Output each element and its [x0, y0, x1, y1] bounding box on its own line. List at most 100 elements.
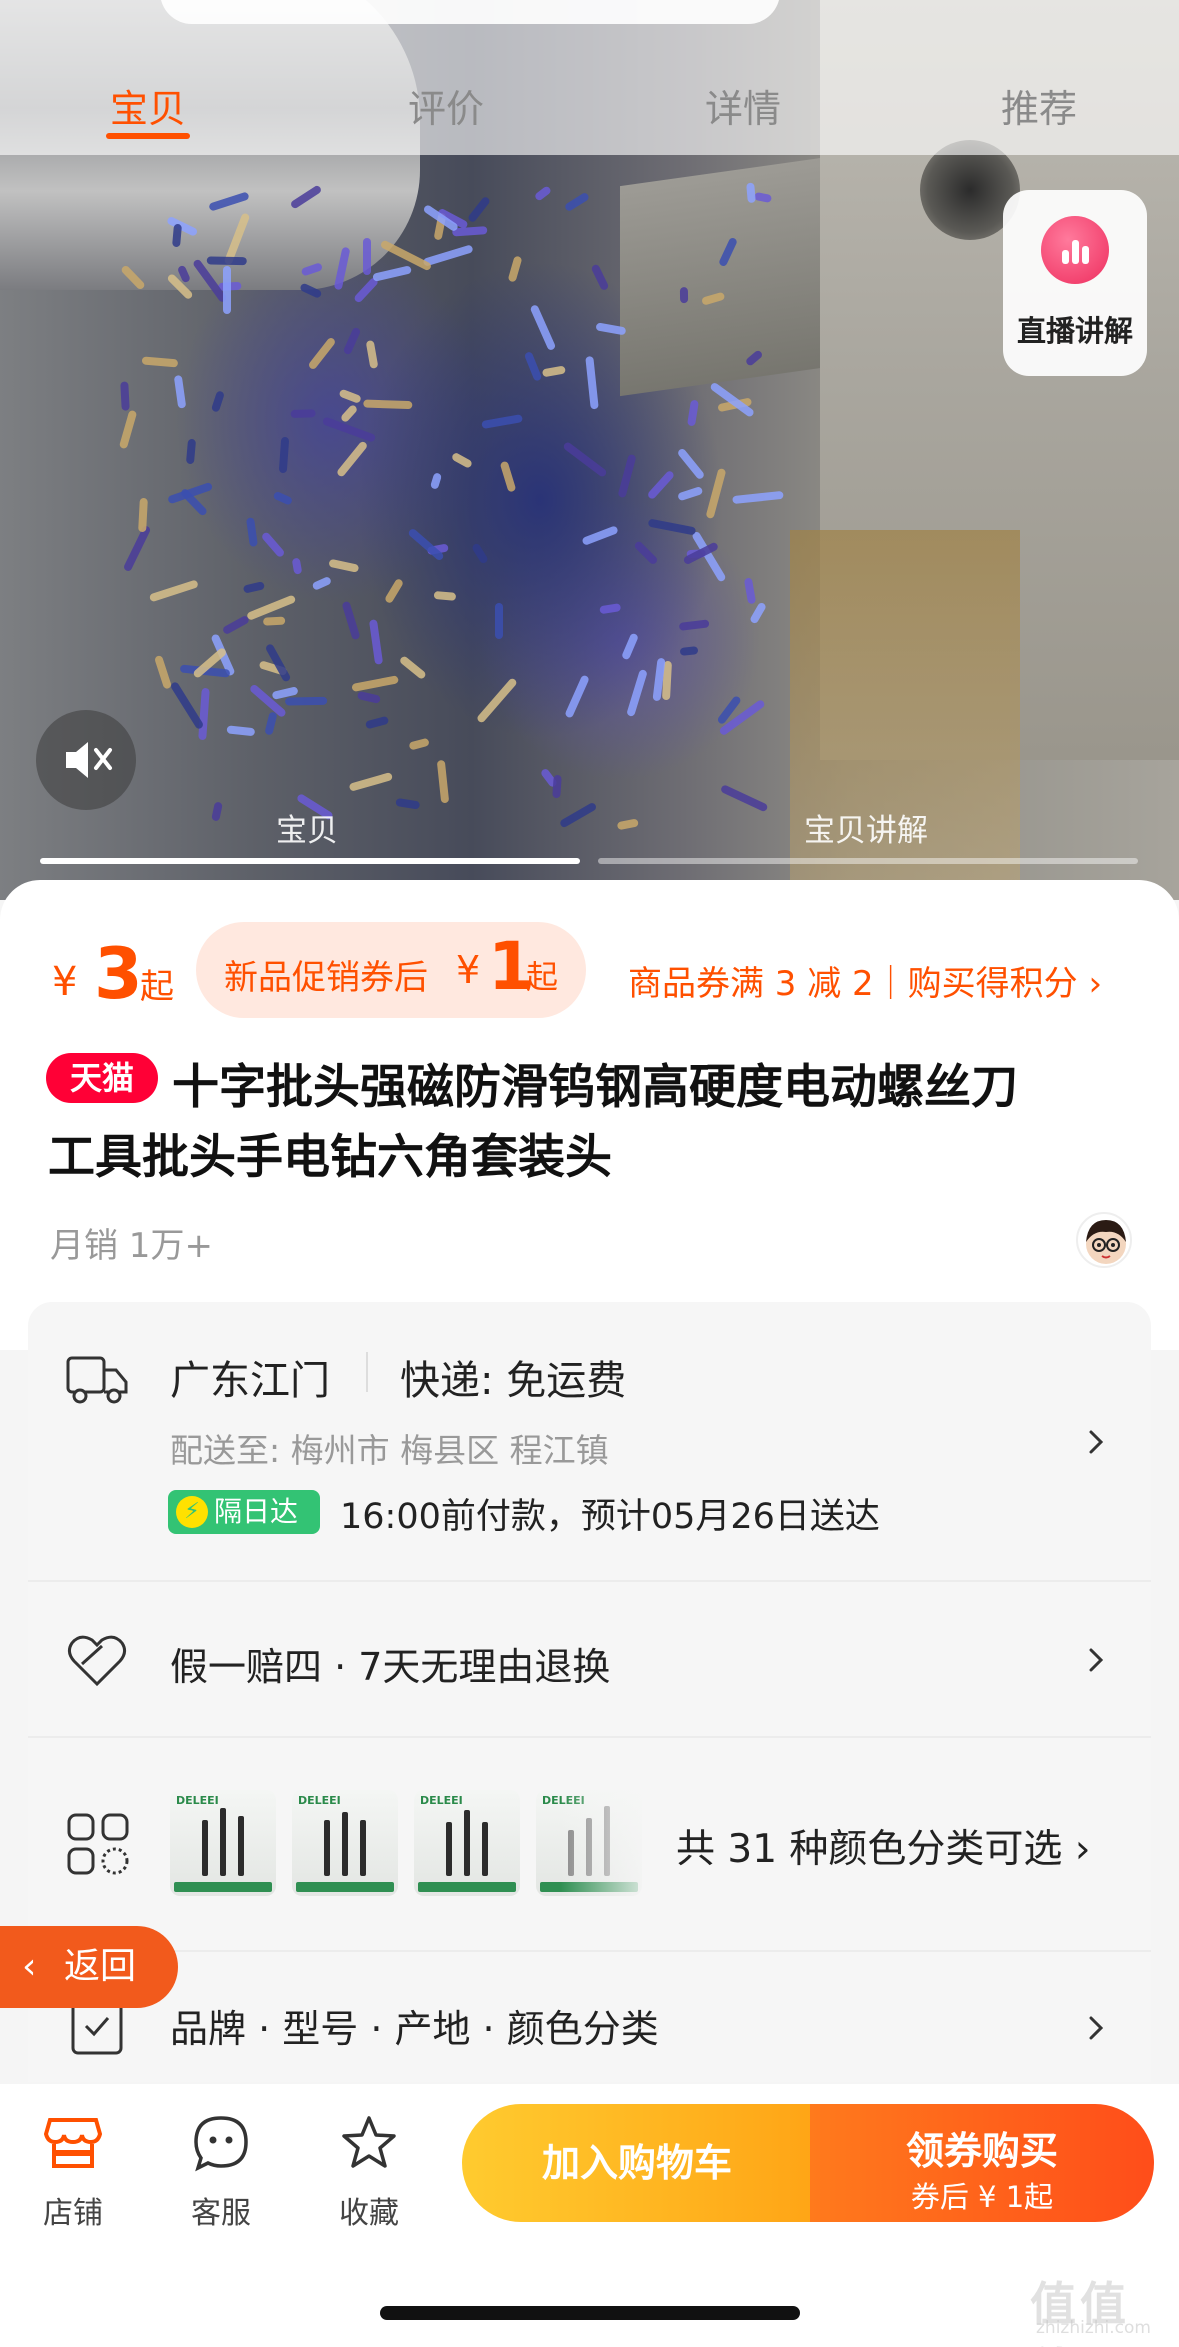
metal-chip — [646, 470, 675, 501]
metal-chip — [272, 490, 293, 506]
tab-recommend[interactable]: 推荐 — [969, 78, 1109, 133]
metal-chip — [529, 304, 557, 352]
metal-chip — [580, 525, 619, 547]
live-explain-button[interactable]: 直播讲解 — [1003, 190, 1147, 376]
tab-item[interactable]: 宝贝 — [78, 78, 218, 133]
grid-options-icon — [67, 1813, 129, 1875]
chat-face-icon — [194, 2116, 248, 2172]
metal-chip — [471, 542, 490, 565]
metal-chip — [626, 668, 648, 717]
price-currency: ¥ — [52, 959, 78, 1005]
ship-separator — [366, 1352, 368, 1392]
truck-icon — [66, 1356, 128, 1404]
media-progress-active — [40, 858, 580, 864]
ship-destination: 配送至: 梅州市 梅县区 程江镇 — [170, 1431, 609, 1470]
sku-summary[interactable]: 共 31 种颜色分类可选 › — [676, 1818, 1090, 1874]
metal-chip — [149, 579, 200, 603]
mute-button[interactable] — [36, 710, 136, 810]
metal-chip — [349, 771, 394, 792]
metal-chip — [407, 737, 430, 751]
promo-price-pill[interactable]: 新品促销券后 ¥ 1 起 — [196, 922, 586, 1018]
tab-reviews[interactable]: 评价 — [376, 78, 516, 133]
shop-label: 店铺 — [43, 2196, 103, 2231]
chevron-right-icon — [1089, 2016, 1104, 2040]
attributes-text: 品牌 · 型号 · 产地 · 颜色分类 — [170, 2007, 659, 2051]
heart-icon — [67, 1635, 127, 1687]
metal-chip — [372, 264, 413, 282]
back-button[interactable]: ‹ 返回 — [0, 1926, 178, 2008]
sku-thumbnail[interactable]: DELEEI — [292, 1790, 398, 1896]
metal-chip — [585, 356, 600, 410]
tab-underline — [106, 133, 190, 139]
metal-chip — [222, 615, 251, 636]
metal-chip — [335, 440, 369, 479]
metal-chip — [590, 263, 610, 292]
metal-chip — [384, 578, 405, 605]
favorite-label: 收藏 — [339, 2196, 399, 2231]
monthly-sales: 月销 1万+ — [50, 1226, 213, 1266]
media-block-mid — [620, 153, 850, 397]
home-indicator[interactable] — [380, 2306, 800, 2320]
metal-chip — [321, 416, 377, 443]
buy-sub-label: 券后 ¥ 1起 — [910, 2180, 1054, 2214]
metal-chip — [211, 801, 224, 823]
sku-thumbnail[interactable]: DELEEI — [414, 1790, 520, 1896]
buy-with-coupon-button[interactable]: 领券购买 券后 ¥ 1起 — [810, 2104, 1154, 2222]
chevron-left-icon: ‹ — [22, 1946, 37, 1987]
metal-chip — [676, 447, 706, 481]
promo-label: 新品促销券后 — [224, 958, 428, 998]
metal-chip — [263, 616, 286, 626]
ship-origin: 广东江门 — [170, 1358, 330, 1404]
metal-chip — [552, 774, 563, 799]
metal-chip — [341, 600, 361, 641]
service-label: 客服 — [191, 2196, 251, 2231]
metal-chip — [686, 400, 699, 427]
metal-chip — [617, 454, 637, 499]
live-bars-icon — [1041, 216, 1109, 284]
coupon-link[interactable]: 商品券满 3 减 2｜购买得积分 › — [628, 956, 1102, 1005]
next-day-label: 隔日达 — [214, 1495, 299, 1528]
metal-chip — [558, 802, 598, 830]
metal-chip — [243, 581, 266, 594]
sku-fade — [560, 1780, 660, 1906]
metal-chip — [745, 182, 756, 204]
avatar[interactable] — [1076, 1212, 1132, 1268]
metal-chip — [312, 575, 333, 591]
metal-chip — [620, 632, 639, 661]
metal-chip — [211, 389, 226, 412]
speaker-muted-icon — [66, 742, 112, 778]
live-explain-label: 直播讲解 — [1016, 314, 1133, 348]
metal-chip — [328, 558, 360, 573]
metal-chip — [429, 472, 442, 491]
metal-chip — [246, 517, 259, 547]
search-pill[interactable] — [160, 0, 780, 24]
media-tab-explain[interactable]: 宝贝讲解 — [804, 805, 928, 850]
metal-chip — [562, 440, 609, 478]
metal-chip — [292, 557, 303, 575]
metal-chip — [153, 654, 172, 690]
metal-chip — [142, 356, 179, 368]
metal-chip — [337, 388, 362, 405]
metal-chip — [617, 818, 639, 831]
metal-chip — [119, 409, 138, 451]
chevron-right-icon — [1089, 1648, 1104, 1672]
metal-chip — [342, 326, 361, 356]
ship-eta: 16:00前付款，预计05月26日送达 — [340, 1497, 880, 1537]
metal-chip — [120, 381, 130, 411]
metal-chip — [289, 408, 316, 418]
metal-chip — [647, 518, 697, 536]
price-suffix: 起 — [140, 967, 174, 1007]
add-to-cart-button[interactable]: 加入购物车 — [462, 2104, 812, 2222]
metal-chip — [748, 601, 767, 625]
metal-chip — [495, 602, 504, 639]
metal-chip — [365, 339, 379, 369]
media-tab-item[interactable]: 宝贝 — [276, 805, 338, 850]
metal-chip — [450, 451, 474, 469]
metal-chip — [743, 577, 757, 605]
metal-chip — [533, 185, 552, 202]
metal-chip — [339, 403, 359, 424]
sku-thumbnail[interactable]: DELEEI — [170, 1790, 276, 1896]
metal-chip — [476, 677, 518, 725]
bolt-icon: ⚡ — [176, 1496, 208, 1528]
tab-details[interactable]: 详情 — [673, 78, 813, 133]
